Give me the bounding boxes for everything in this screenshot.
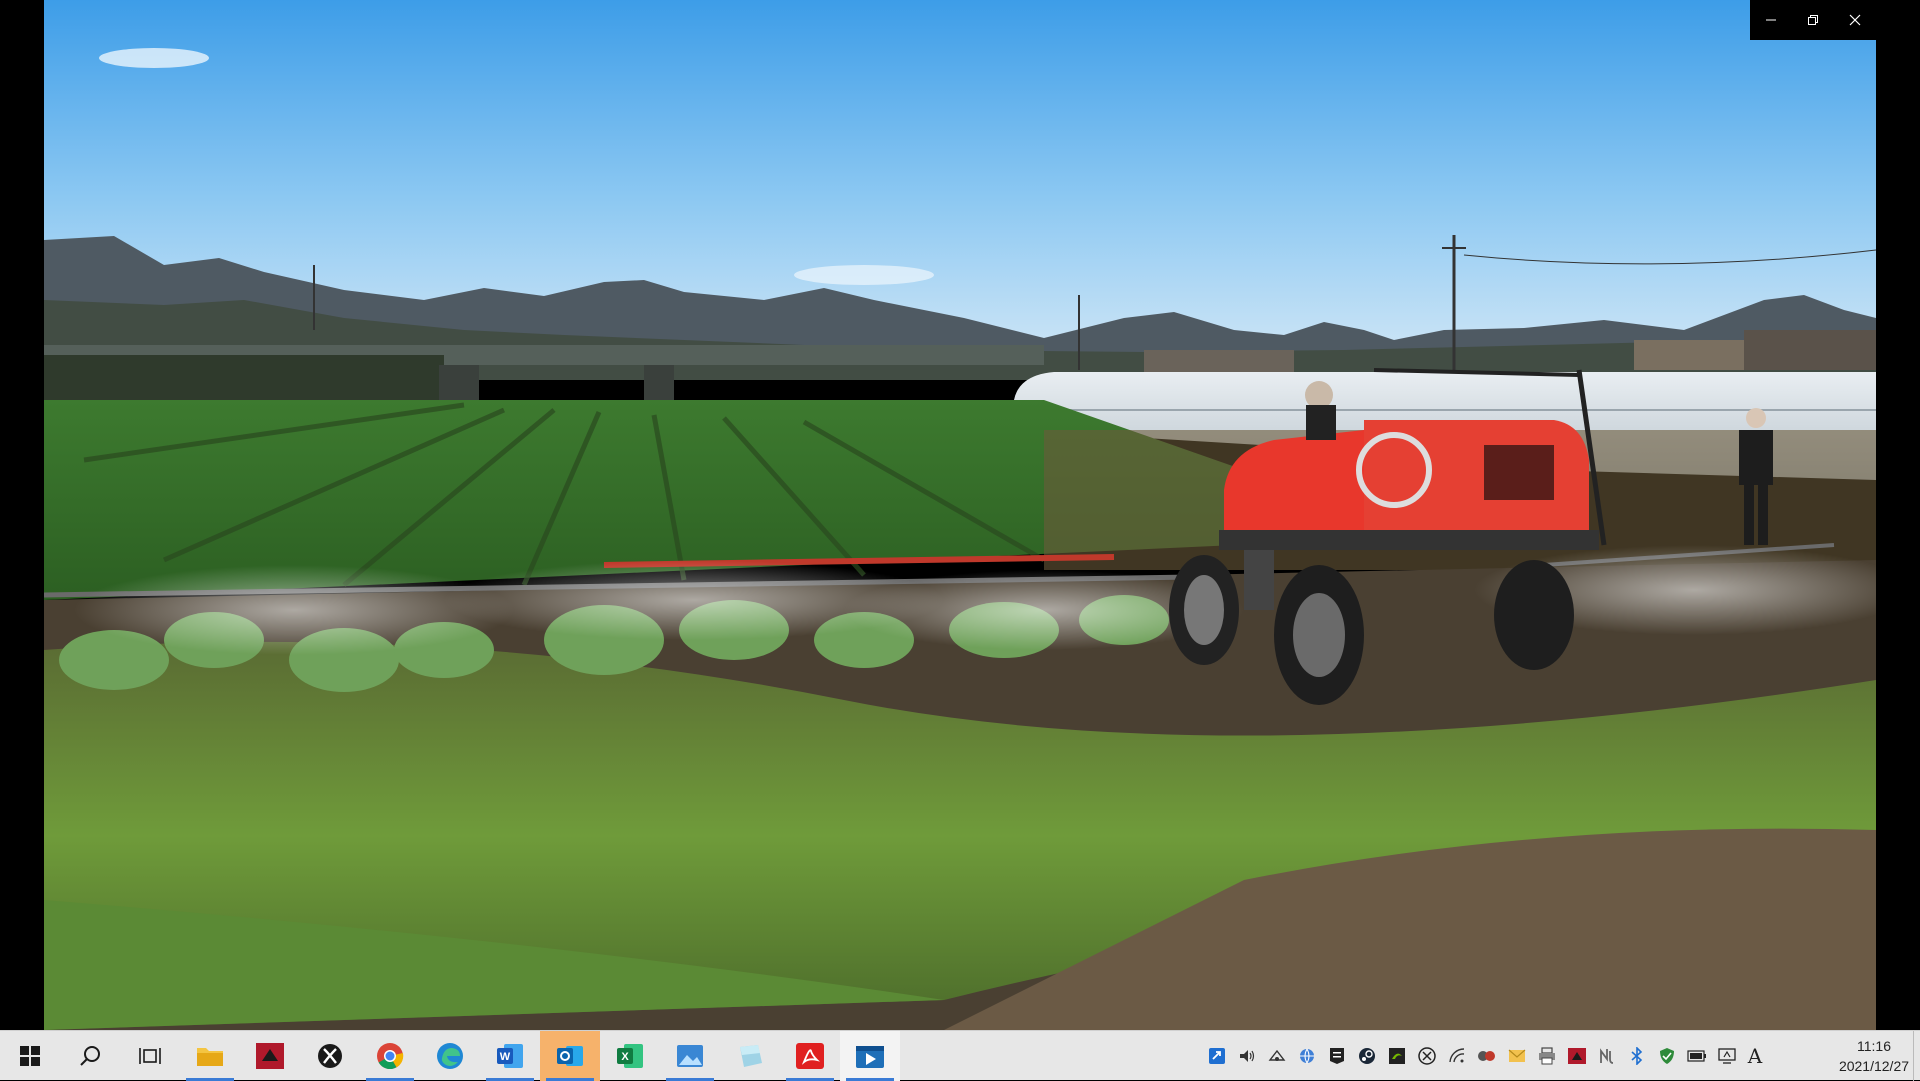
volume-icon (1240, 1050, 1255, 1062)
taskbar-app-xbox[interactable] (300, 1031, 360, 1081)
folder-icon (197, 1047, 223, 1066)
xbox-icon (318, 1043, 342, 1068)
video-frame[interactable] (44, 0, 1876, 1030)
tray-nvidia[interactable] (1382, 1031, 1412, 1081)
tray-remote[interactable] (1202, 1031, 1232, 1081)
network-tray-icon (1268, 1049, 1286, 1061)
ime-indicator[interactable]: A (1742, 1031, 1768, 1081)
photos-icon (677, 1044, 703, 1067)
taskbar-app-file-explorer[interactable] (180, 1031, 240, 1081)
taskbar-app-chrome[interactable] (360, 1031, 420, 1081)
search-button[interactable] (60, 1031, 120, 1081)
printer-icon (1539, 1047, 1555, 1065)
taskbar-app-excel[interactable]: X (600, 1031, 660, 1081)
tray-printer[interactable] (1532, 1031, 1562, 1081)
clock-time: 11:16 (1857, 1038, 1891, 1054)
close-icon (1849, 14, 1861, 26)
tray-epic[interactable] (1322, 1031, 1352, 1081)
window-controls (1750, 0, 1876, 40)
word-icon: W (497, 1043, 523, 1068)
tray-security[interactable] (1652, 1031, 1682, 1081)
tray-nu[interactable] (1592, 1031, 1622, 1081)
taskbar-app-red[interactable] (240, 1031, 300, 1081)
security-icon (1660, 1048, 1674, 1064)
tray-globe[interactable] (1292, 1031, 1322, 1081)
windows-start-icon (20, 1045, 40, 1066)
clock-date: 2021/12/27 (1838, 1058, 1910, 1074)
taskbar-clock[interactable]: 11:16 2021/12/27 (1834, 1031, 1914, 1081)
tray-display[interactable] (1712, 1031, 1742, 1081)
taskbar-app-media-player[interactable] (840, 1030, 900, 1081)
remote-icon (1209, 1048, 1225, 1064)
wifi-icon (1449, 1048, 1465, 1063)
battery-icon (1687, 1050, 1706, 1062)
taskbar-app-notes[interactable] (720, 1031, 780, 1081)
media-player-icon (856, 1045, 884, 1068)
outlook-icon (557, 1045, 583, 1066)
show-desktop-button[interactable] (1913, 1031, 1920, 1081)
nu-icon (1600, 1048, 1614, 1064)
display-icon (1718, 1048, 1736, 1064)
pdf-icon (796, 1042, 824, 1069)
excel-icon: X (617, 1043, 643, 1068)
meeting-icon (1478, 1051, 1495, 1061)
taskbar-app-photos[interactable] (660, 1031, 720, 1081)
task-view-button[interactable] (120, 1031, 180, 1081)
steam-icon (1359, 1048, 1375, 1064)
tray-volume[interactable] (1232, 1031, 1262, 1081)
taskbar-app-acrobat[interactable] (780, 1031, 840, 1081)
start-button[interactable] (0, 1031, 60, 1081)
svg-text:W: W (500, 1051, 511, 1063)
tray-steam[interactable] (1352, 1031, 1382, 1081)
globe-icon (1300, 1048, 1314, 1065)
taskbar: W X A 11:16 2021/12/27 (0, 1030, 1920, 1081)
xbox-tray-icon (1418, 1047, 1436, 1065)
close-button[interactable] (1834, 0, 1876, 40)
mail-icon (1508, 1049, 1526, 1062)
tray-battery[interactable] (1682, 1031, 1712, 1081)
system-tray: A (1202, 1031, 1860, 1081)
red-app-icon (256, 1042, 284, 1069)
task-view-icon (139, 1047, 161, 1064)
tray-xbox[interactable] (1412, 1031, 1442, 1081)
svg-text:X: X (621, 1051, 629, 1063)
minimize-button[interactable] (1750, 0, 1792, 40)
restore-button[interactable] (1792, 0, 1834, 40)
restore-icon (1808, 15, 1818, 25)
search-icon (80, 1045, 100, 1066)
tray-meeting[interactable] (1472, 1031, 1502, 1081)
video-player-window[interactable] (0, 0, 1920, 1030)
bluetooth-icon (1631, 1047, 1643, 1065)
video-scene (44, 0, 1876, 1030)
taskbar-app-edge[interactable] (420, 1031, 480, 1081)
edge-icon (437, 1042, 463, 1069)
tray-red-app[interactable] (1562, 1031, 1592, 1081)
tray-bluetooth[interactable] (1622, 1031, 1652, 1081)
minimize-icon (1766, 19, 1776, 21)
notes-icon (740, 1044, 762, 1067)
red-tray-icon (1568, 1048, 1586, 1064)
taskbar-app-outlook[interactable] (540, 1030, 600, 1081)
tray-mail[interactable] (1502, 1031, 1532, 1081)
nvidia-icon (1389, 1048, 1405, 1064)
tray-network[interactable] (1262, 1031, 1292, 1081)
taskbar-app-word[interactable]: W (480, 1031, 540, 1081)
chrome-icon (377, 1042, 404, 1069)
tray-wifi[interactable] (1442, 1031, 1472, 1081)
epic-icon (1330, 1048, 1344, 1064)
